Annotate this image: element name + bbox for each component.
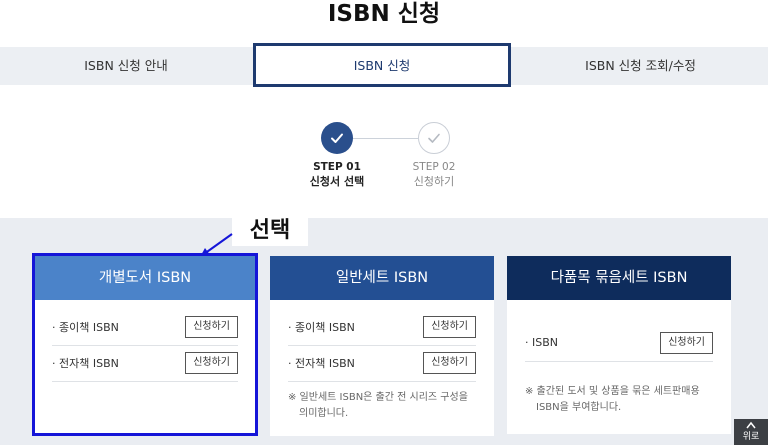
card-general-set-isbn: 일반세트 ISBN · 종이책 ISBN 신청하기 · 전자책 ISBN 신청하…: [270, 256, 494, 436]
check-icon: [321, 122, 353, 154]
card-note: ※ 출간된 도서 및 상품을 묶은 세트판매용 ISBN을 부여합니다.: [525, 384, 721, 416]
note-line: ※ 일반세트 ISBN은 출간 전 시리즈 구성을: [288, 392, 468, 403]
tab-bar: ISBN 신청 안내 ISBN 신청 ISBN 신청 조회/수정: [0, 43, 768, 87]
apply-button[interactable]: 신청하기: [185, 351, 238, 374]
scroll-top-label: 위로: [742, 432, 760, 442]
row-label: · 종이책 ISBN: [288, 320, 355, 334]
page-title: ISBN 신청: [327, 1, 441, 27]
step-1: STEP 01 신청서 선택: [292, 118, 382, 190]
step-2-number: STEP 02: [412, 161, 456, 173]
annotation-arrow-icon: [200, 233, 233, 257]
list-item: · 전자책 ISBN 신청하기: [52, 344, 238, 382]
list-item: · 종이책 ISBN 신청하기: [288, 308, 476, 346]
chevron-up-icon: [746, 421, 756, 429]
note-line: ※ 출간된 도서 및 상품을 묶은 세트판매용: [525, 386, 700, 397]
list-item: · ISBN 신청하기: [525, 324, 713, 362]
card-individual-isbn: 개별도서 ISBN · 종이책 ISBN 신청하기 · 전자책 ISBN 신청하…: [34, 256, 256, 436]
scroll-top-button[interactable]: 위로: [734, 419, 768, 445]
card-multi-item-set-isbn: 다품목 묶음세트 ISBN · ISBN 신청하기 ※ 출간된 도서 및 상품을…: [507, 256, 731, 434]
apply-button[interactable]: 신청하기: [423, 351, 476, 374]
card-title: 다품목 묶음세트 ISBN: [507, 256, 731, 300]
row-label: · 전자책 ISBN: [288, 356, 355, 370]
apply-button[interactable]: 신청하기: [660, 331, 713, 354]
list-item: · 전자책 ISBN 신청하기: [288, 344, 476, 382]
step-1-number: STEP 01: [313, 161, 361, 173]
row-label: · 전자책 ISBN: [52, 356, 119, 370]
step-2: STEP 02 신청하기: [389, 118, 479, 190]
card-title: 일반세트 ISBN: [270, 256, 494, 300]
card-title: 개별도서 ISBN: [34, 256, 256, 300]
note-line: ISBN을 부여합니다.: [536, 402, 622, 413]
tab-isbn-lookup[interactable]: ISBN 신청 조회/수정: [513, 47, 768, 85]
step-2-name: 신청하기: [413, 175, 455, 188]
tab-isbn-guide[interactable]: ISBN 신청 안내: [0, 47, 252, 85]
step-1-name: 신청서 선택: [309, 175, 365, 188]
row-label: · 종이책 ISBN: [52, 320, 119, 334]
tab-isbn-apply[interactable]: ISBN 신청: [253, 43, 511, 87]
apply-button[interactable]: 신청하기: [185, 315, 238, 338]
apply-button[interactable]: 신청하기: [423, 315, 476, 338]
card-note: ※ 일반세트 ISBN은 출간 전 시리즈 구성을 의미합니다.: [288, 390, 484, 422]
row-label: · ISBN: [525, 336, 558, 349]
note-line: 의미합니다.: [299, 408, 349, 419]
list-item: · 종이책 ISBN 신청하기: [52, 308, 238, 346]
check-icon: [418, 122, 450, 154]
annotation-label: 선택: [232, 216, 308, 246]
step-indicator: STEP 01 신청서 선택 STEP 02 신청하기: [0, 118, 768, 198]
